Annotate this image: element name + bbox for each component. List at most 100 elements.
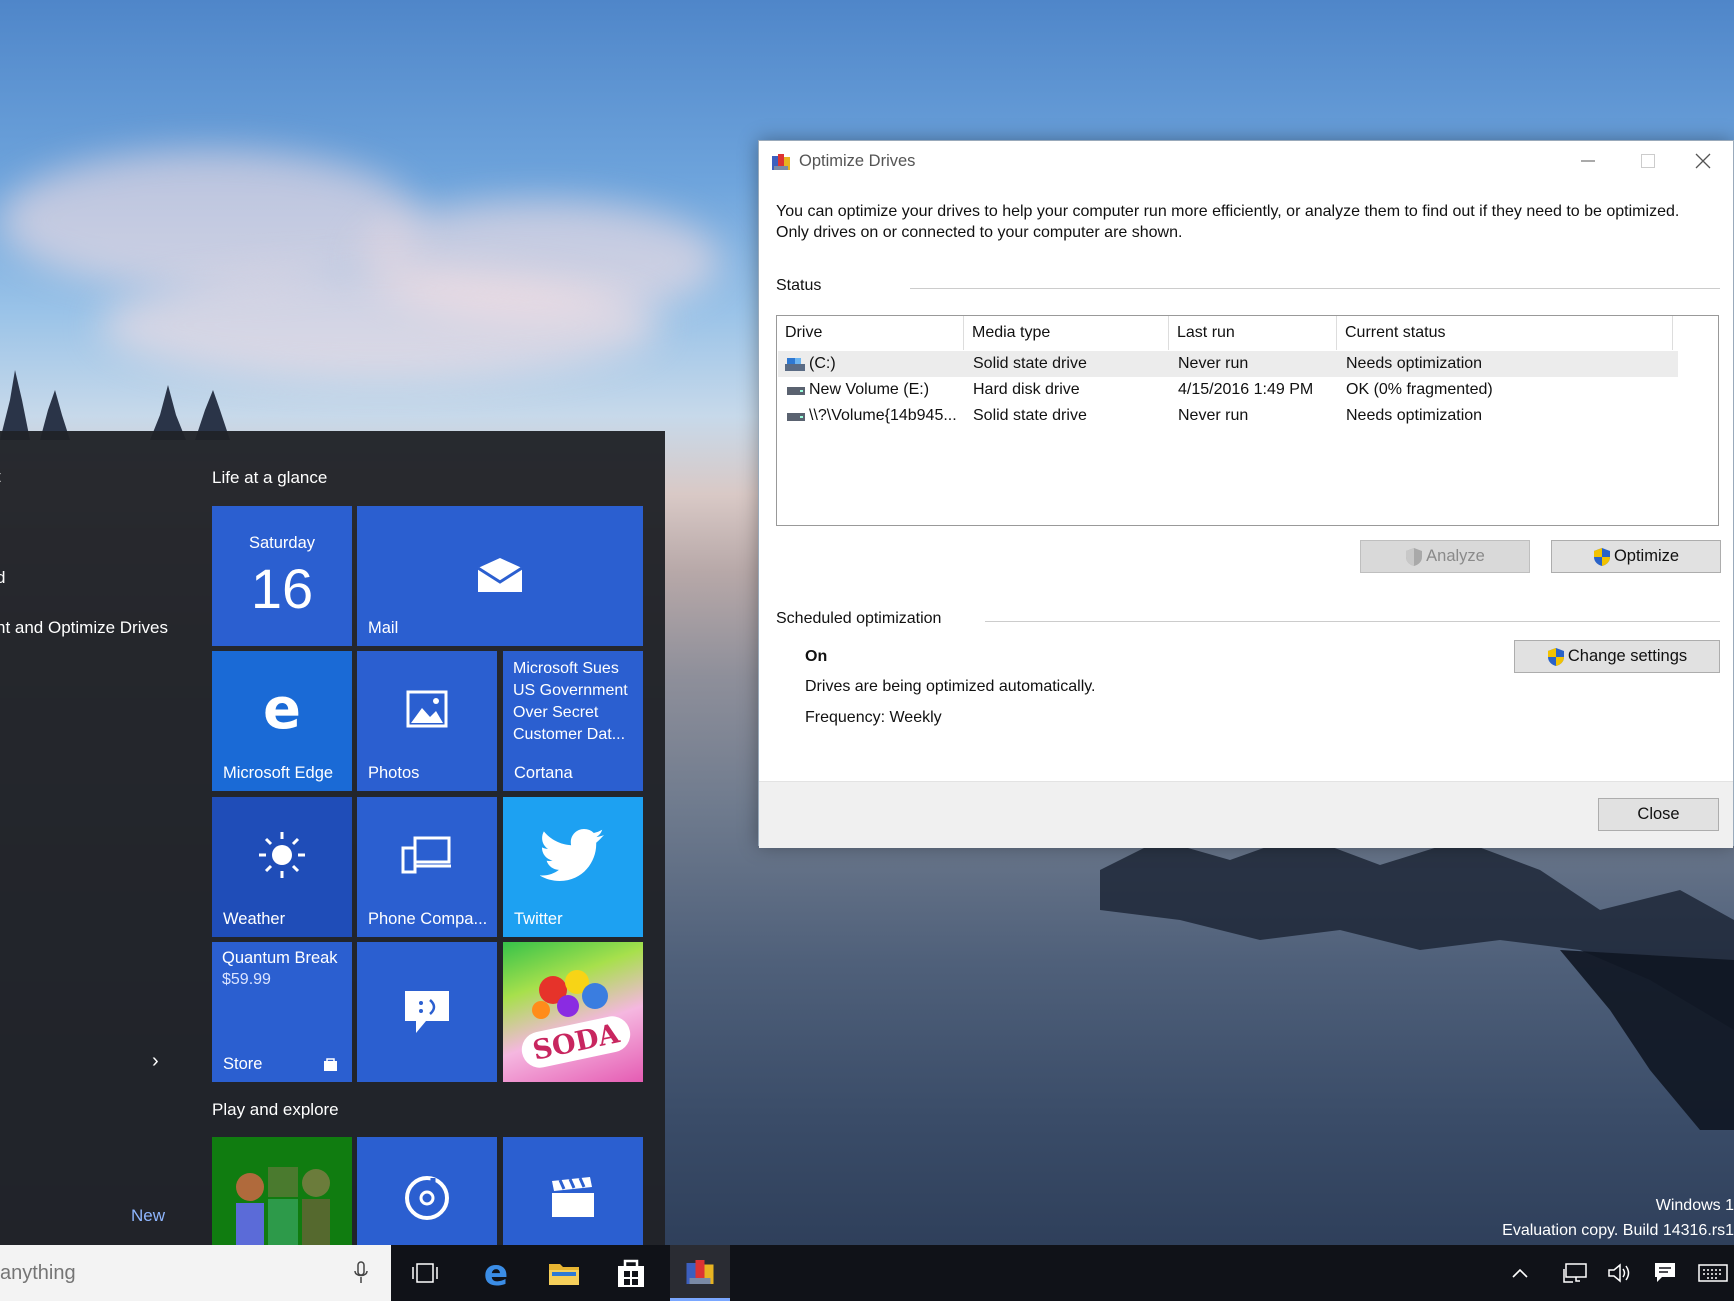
calendar-day: Saturday (248, 534, 316, 552)
close-button[interactable]: Close (1598, 798, 1719, 831)
optimize-drives-taskbar-button[interactable] (670, 1245, 730, 1301)
title-bar[interactable]: Optimize Drives (759, 141, 1733, 181)
action-center-button[interactable] (1645, 1245, 1685, 1301)
schedule-state: On (805, 648, 828, 665)
optimize-button[interactable]: Optimize (1551, 540, 1721, 573)
start-left-item[interactable]: t (0, 467, 1, 487)
calendar-date: 16 (250, 557, 314, 620)
candy-crush-soda-tile[interactable]: SODA (503, 942, 643, 1082)
tile-group-title: Life at a glance (212, 468, 328, 487)
drive-status: Needs optimization (1346, 407, 1483, 424)
twitter-tile[interactable]: Twitter (503, 797, 643, 937)
taskbar: e (0, 1245, 1734, 1301)
change-settings-button[interactable]: Change settings (1514, 640, 1720, 673)
weather-tile[interactable]: Weather (212, 797, 352, 937)
store-tile[interactable]: Quantum Break $59.99 Store (212, 942, 352, 1082)
tile-label: Mail (368, 619, 399, 637)
microphone-icon[interactable] (353, 1261, 369, 1285)
status-section-label: Status (776, 277, 822, 294)
drive-row[interactable]: \\?\Volume{14b945... Solid state drive N… (778, 403, 1678, 429)
show-hidden-icons-button[interactable] (1500, 1245, 1540, 1301)
drive-name: New Volume (E:) (809, 381, 930, 398)
section-divider (985, 621, 1720, 622)
drive-row[interactable]: New Volume (E:) Hard disk drive 4/15/201… (778, 377, 1678, 403)
expand-chevron-icon[interactable]: › (152, 1050, 159, 1073)
keyboard-icon (1698, 1264, 1728, 1282)
drive-media-type: Solid state drive (973, 407, 1087, 424)
drives-list[interactable]: Drive Media type Last run Current status… (776, 315, 1719, 526)
column-header-media-type[interactable]: Media type (964, 316, 1169, 350)
drive-last-run: Never run (1178, 355, 1249, 372)
cortana-tile[interactable]: Microsoft Sues US Government Over Secret… (503, 651, 643, 791)
clapperboard-icon (503, 1151, 643, 1245)
uac-shield-icon (1593, 547, 1610, 566)
volume-button[interactable] (1600, 1245, 1640, 1301)
edge-tile[interactable]: e Microsoft Edge (212, 651, 352, 791)
store-bag-icon (324, 1058, 337, 1071)
drive-row[interactable]: (C:) Solid state drive Never run Needs o… (778, 351, 1678, 377)
task-view-icon (412, 1263, 438, 1283)
search-result-defragment[interactable]: nt and Optimize Drives (0, 618, 168, 638)
analyze-button[interactable]: Analyze (1360, 540, 1530, 573)
defrag-app-icon (686, 1259, 714, 1284)
file-explorer-button[interactable] (534, 1245, 594, 1301)
photos-tile[interactable]: Photos (357, 651, 497, 791)
optimize-drives-window: Optimize Drives You can optimize your dr… (758, 140, 1734, 848)
start-menu: t d nt and Optimize Drives › New Life at… (0, 431, 665, 1245)
tile-label: Twitter (514, 910, 563, 928)
edge-taskbar-button[interactable]: e (466, 1245, 526, 1301)
store-promo-title: Quantum Break (222, 949, 338, 967)
tile-label: Phone Compa... (368, 910, 488, 928)
column-header-drive[interactable]: Drive (777, 316, 964, 350)
tile-label: Weather (223, 910, 286, 928)
notification-icon (1655, 1263, 1675, 1282)
drive-media-type: Hard disk drive (973, 381, 1080, 398)
start-left-item[interactable]: d (0, 568, 5, 588)
chevron-up-icon (1512, 1268, 1528, 1278)
photos-icon (357, 651, 497, 767)
optimize-label: Optimize (1613, 547, 1680, 565)
feedback-tile[interactable] (357, 942, 497, 1082)
devices-icon (357, 797, 497, 913)
tile-group-title: Play and explore (212, 1100, 339, 1119)
window-title: Optimize Drives (799, 152, 916, 170)
scheduled-section-label: Scheduled optimization (776, 610, 942, 627)
tile-label: Cortana (514, 764, 573, 782)
hdd-drive-icon (787, 387, 805, 395)
mail-tile[interactable]: Mail (357, 506, 643, 646)
movies-tv-tile[interactable] (503, 1137, 643, 1245)
watermark-line: Windows 1 (1655, 1197, 1734, 1214)
defrag-app-icon (772, 154, 790, 170)
touch-keyboard-button[interactable] (1692, 1245, 1734, 1301)
edge-icon: e (483, 1252, 509, 1294)
maximize-icon (1641, 154, 1655, 168)
groove-music-tile[interactable] (357, 1137, 497, 1245)
phone-companion-tile[interactable]: Phone Compa... (357, 797, 497, 937)
column-header-current-status[interactable]: Current status (1337, 316, 1673, 350)
groove-disc-icon (357, 1151, 497, 1245)
cortana-search-box[interactable] (0, 1245, 391, 1301)
tree-silhouettes (0, 370, 230, 440)
minimize-button[interactable] (1558, 143, 1618, 179)
search-input[interactable] (0, 1259, 330, 1287)
drive-status: OK (0% fragmented) (1346, 381, 1493, 398)
cloud (100, 270, 660, 380)
analyze-label: Analyze (1426, 547, 1485, 565)
xbox-tile[interactable] (212, 1137, 352, 1245)
feedback-smiley-icon (357, 942, 497, 1082)
store-taskbar-button[interactable] (601, 1245, 661, 1301)
drive-name: (C:) (809, 355, 836, 372)
close-window-button[interactable] (1673, 143, 1733, 179)
column-header-last-run[interactable]: Last run (1169, 316, 1337, 350)
dialog-footer: Close (759, 781, 1733, 848)
evaluation-watermark: Windows 1 Evaluation copy. Build 14316.r… (1134, 1193, 1734, 1243)
change-settings-label: Change settings (1567, 647, 1688, 665)
cloud (0, 150, 420, 290)
twitter-bird-icon (503, 797, 643, 913)
cortana-headline: Microsoft Sues US Government Over Secret… (513, 660, 628, 743)
tile-label: Photos (368, 764, 420, 782)
maximize-button[interactable] (1618, 143, 1678, 179)
calendar-tile[interactable]: Saturday 16 (212, 506, 352, 646)
network-button[interactable] (1555, 1245, 1595, 1301)
task-view-button[interactable] (395, 1245, 455, 1301)
